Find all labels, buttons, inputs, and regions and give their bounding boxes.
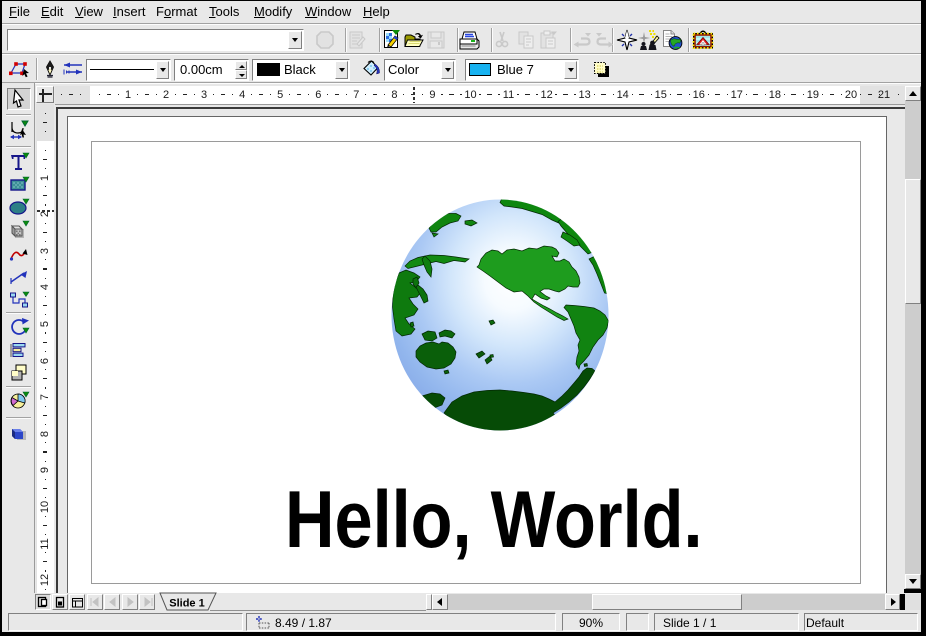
svg-text:Slide 1: Slide 1	[169, 598, 204, 610]
